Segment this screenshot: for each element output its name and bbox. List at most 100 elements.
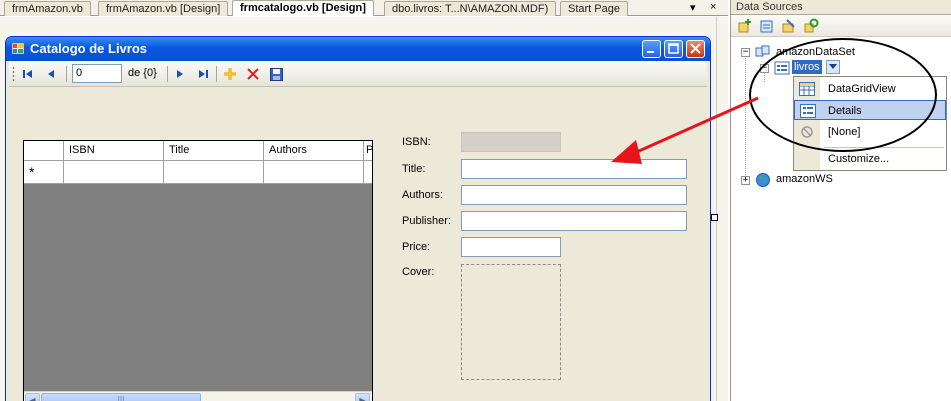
- control-type-menu: DataGridView Details [None] Customize...: [793, 76, 947, 171]
- edit-dataset-icon[interactable]: [759, 18, 775, 34]
- toolbar-separator: [66, 66, 67, 82]
- scroll-right-button[interactable]: ▶: [355, 393, 370, 401]
- column-header-title[interactable]: Title: [164, 141, 264, 161]
- close-icon: [690, 43, 701, 54]
- move-last-icon: [199, 70, 208, 78]
- new-row-marker: *: [24, 161, 64, 183]
- grid-cell-title[interactable]: [164, 161, 264, 183]
- dataset-node-label[interactable]: amazonDataSet: [776, 46, 855, 58]
- save-icon: [269, 67, 283, 81]
- menu-separator: [824, 147, 944, 148]
- data-sources-panel: Data Sources: [730, 0, 951, 401]
- scroll-thumb[interactable]: III: [41, 393, 201, 401]
- maximize-icon: [668, 43, 679, 54]
- grid-horizontal-scrollbar[interactable]: ◀ III ▶: [24, 391, 372, 401]
- menu-item-label: DataGridView: [828, 83, 896, 95]
- configure-dataset-icon[interactable]: [781, 18, 797, 34]
- resize-handle[interactable]: [711, 214, 718, 221]
- details-icon: [800, 104, 816, 118]
- collapse-dataset-icon[interactable]: −: [741, 48, 750, 57]
- tab-frmamazon-design[interactable]: frmAmazon.vb [Design]: [98, 1, 229, 16]
- chevron-down-icon: [829, 64, 837, 69]
- data-sources-toolbar: [731, 15, 951, 37]
- form-title-bar[interactable]: Catalogo de Livros: [6, 37, 710, 61]
- price-label: Price:: [402, 241, 431, 253]
- table-node-label[interactable]: livros: [792, 60, 822, 74]
- tree-connector: [764, 72, 765, 82]
- toolbar-separator: [167, 66, 168, 82]
- menu-item-label: Details: [828, 105, 862, 117]
- data-sources-title: Data Sources: [731, 0, 951, 15]
- cover-label: Cover:: [402, 266, 435, 278]
- close-document-icon[interactable]: ×: [710, 1, 716, 13]
- grid-new-row[interactable]: *: [24, 161, 372, 184]
- form-title: Catalogo de Livros: [30, 41, 148, 56]
- menu-item-details[interactable]: Details: [794, 100, 946, 120]
- toolbar-grip[interactable]: [12, 66, 15, 82]
- form-body: 0 de {0} ISBN Title Authors * ◀ III ▶ IS…: [9, 61, 707, 401]
- form-icon: [12, 43, 24, 54]
- save-button[interactable]: [267, 65, 285, 83]
- publisher-label: Publisher:: [402, 215, 451, 227]
- move-last-button[interactable]: [194, 65, 212, 83]
- tree-connector: [745, 53, 746, 181]
- scroll-left-button[interactable]: ◀: [25, 393, 40, 401]
- cover-picture-box[interactable]: [461, 264, 561, 380]
- web-service-node-label[interactable]: amazonWS: [776, 173, 833, 185]
- authors-field[interactable]: [461, 185, 687, 205]
- tab-list-dropdown-icon[interactable]: ▾: [690, 1, 696, 14]
- grid-header-row: ISBN Title Authors P: [24, 141, 372, 161]
- minimize-icon: [647, 51, 654, 53]
- authors-label: Authors:: [402, 189, 443, 201]
- delete-button[interactable]: [244, 65, 262, 83]
- price-field[interactable]: [461, 237, 561, 257]
- refresh-icon[interactable]: [803, 18, 819, 34]
- form-window[interactable]: Catalogo de Livros 0 de {0} ISBN Title A…: [5, 36, 711, 401]
- table-view-dropdown-button[interactable]: [826, 60, 840, 74]
- menu-item-label: Customize...: [828, 153, 890, 165]
- move-next-icon: [177, 70, 183, 78]
- menu-item-label: [None]: [828, 126, 861, 138]
- isbn-label: ISBN:: [402, 136, 431, 148]
- tab-dbo-livros[interactable]: dbo.livros: T...N\AMAZON.MDF): [384, 1, 557, 16]
- delete-icon: [247, 68, 259, 80]
- record-count-label: de {0}: [128, 67, 157, 79]
- isbn-field[interactable]: [461, 132, 561, 152]
- document-tab-strip: frmAmazon.vb frmAmazon.vb [Design] frmca…: [0, 0, 728, 16]
- title-label: Title:: [402, 163, 426, 175]
- designer-vertical-scrollbar[interactable]: [716, 17, 728, 401]
- menu-item-datagridview[interactable]: DataGridView: [794, 79, 946, 99]
- grid-cell-authors[interactable]: [264, 161, 364, 183]
- toolbar-separator: [216, 66, 217, 82]
- title-field[interactable]: [461, 159, 687, 179]
- livros-data-grid[interactable]: ISBN Title Authors P * ◀ III ▶: [23, 140, 373, 401]
- menu-item-none[interactable]: [None]: [794, 122, 946, 142]
- move-previous-icon: [48, 70, 54, 78]
- menu-item-customize[interactable]: Customize...: [794, 149, 946, 169]
- position-input[interactable]: 0: [72, 64, 122, 83]
- column-header-partial[interactable]: P: [364, 141, 372, 161]
- publisher-field[interactable]: [461, 211, 687, 231]
- none-icon: [801, 126, 813, 138]
- move-previous-button[interactable]: [42, 65, 60, 83]
- column-header-authors[interactable]: Authors: [264, 141, 364, 161]
- tab-frmcatalogo-design[interactable]: frmcatalogo.vb [Design]: [232, 0, 374, 16]
- tab-start-page[interactable]: Start Page: [560, 1, 628, 16]
- minimize-button[interactable]: [642, 40, 661, 58]
- expand-webservice-icon[interactable]: +: [741, 176, 750, 185]
- add-new-data-source-icon[interactable]: [737, 18, 753, 34]
- close-button[interactable]: [686, 40, 705, 58]
- table-details-icon: [774, 61, 790, 75]
- grid-cell-isbn[interactable]: [64, 161, 164, 183]
- move-next-button[interactable]: [171, 65, 189, 83]
- collapse-table-icon[interactable]: −: [760, 64, 769, 73]
- move-first-icon: [23, 70, 32, 78]
- add-new-button[interactable]: [221, 65, 239, 83]
- maximize-button[interactable]: [664, 40, 683, 58]
- move-first-button[interactable]: [19, 65, 37, 83]
- datagridview-icon: [799, 82, 815, 96]
- grid-corner-cell[interactable]: [24, 141, 64, 161]
- tab-frmamazon-vb[interactable]: frmAmazon.vb: [4, 1, 91, 16]
- column-header-isbn[interactable]: ISBN: [64, 141, 164, 161]
- dataset-icon: [755, 45, 770, 57]
